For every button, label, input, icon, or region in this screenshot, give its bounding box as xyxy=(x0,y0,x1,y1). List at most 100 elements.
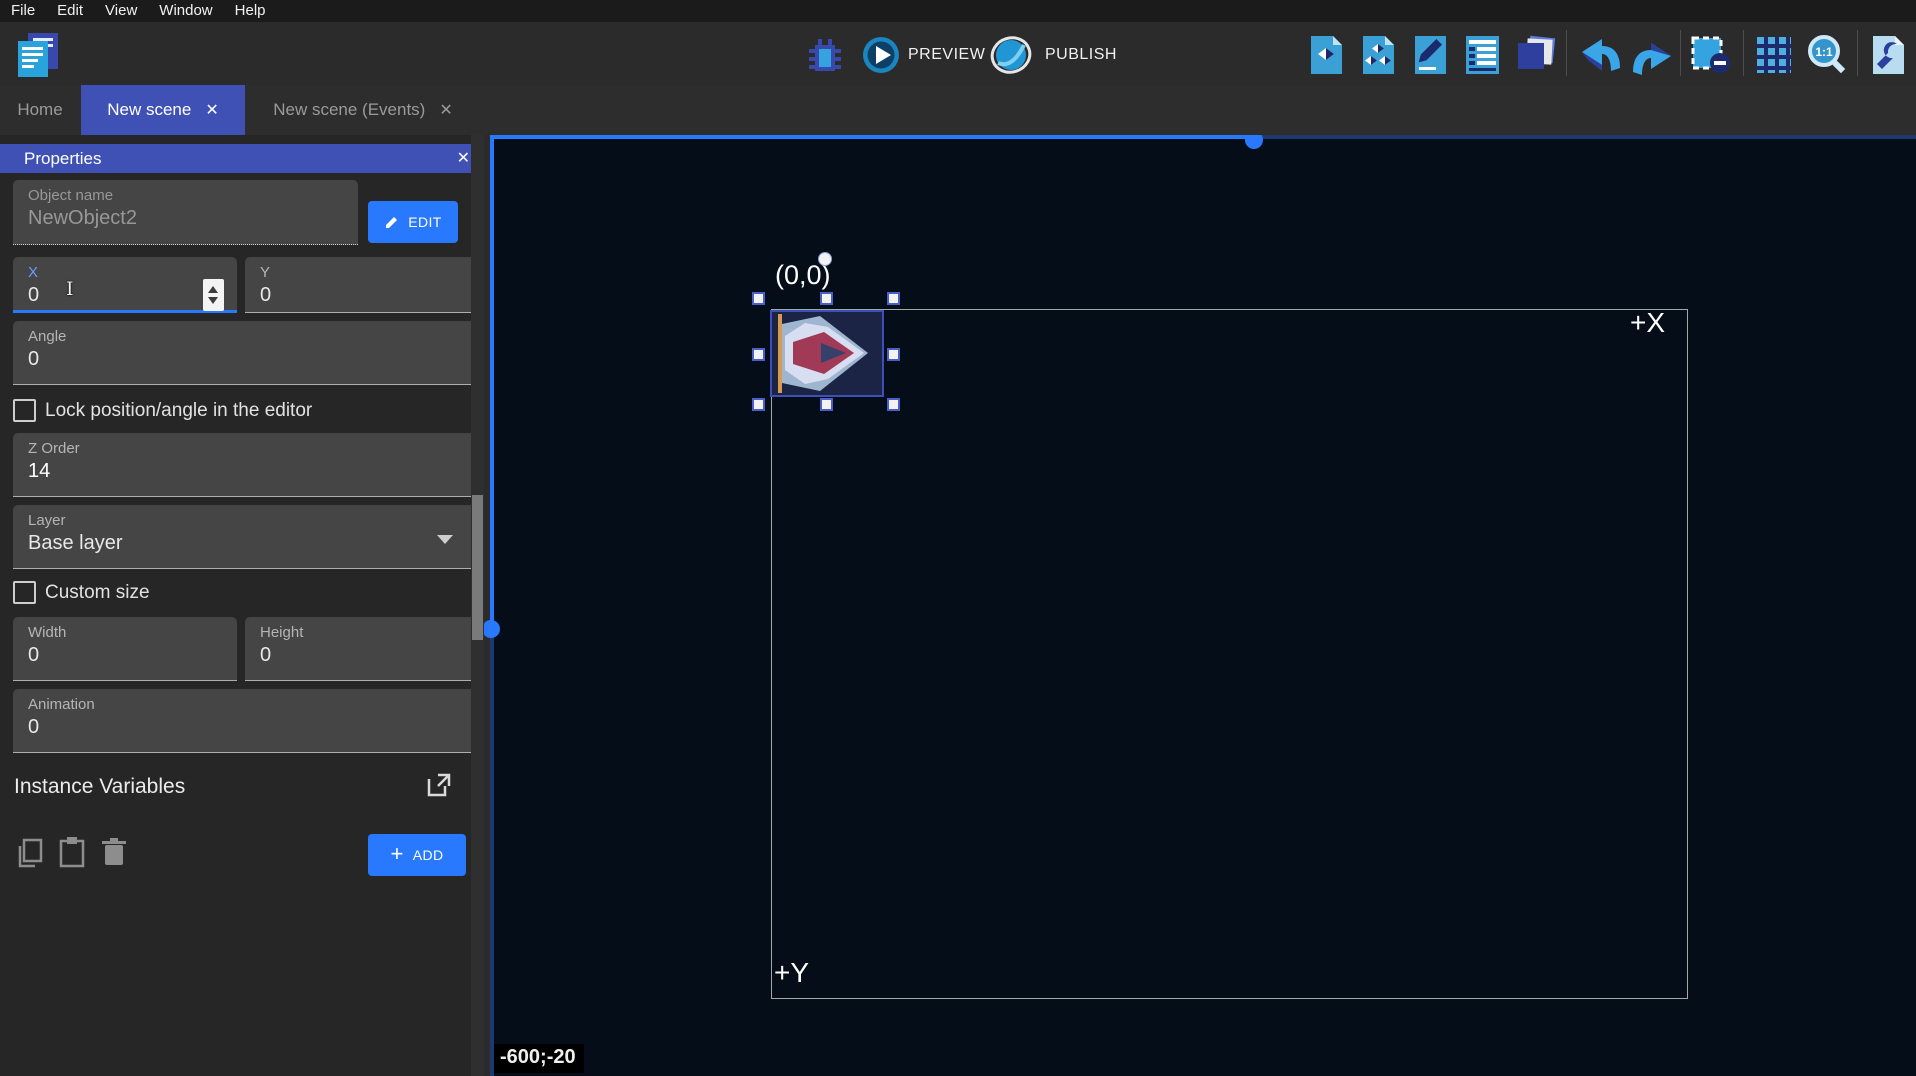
add-variable-button[interactable]: + ADD xyxy=(368,834,466,876)
gdevelop-window: File Edit View Window Help xyxy=(0,0,1916,1076)
resize-handle-bottom-right[interactable] xyxy=(887,398,900,411)
custom-size-label: Custom size xyxy=(45,582,150,604)
y-field-value: 0 xyxy=(260,284,271,307)
tab-close-icon[interactable]: ✕ xyxy=(439,100,452,120)
y-position-field[interactable]: Y 0 xyxy=(245,257,475,313)
menu-help[interactable]: Help xyxy=(224,0,277,22)
stepper-down-icon[interactable] xyxy=(208,297,218,304)
resize-handle-top-center[interactable] xyxy=(820,292,833,305)
resize-handle-bottom-center[interactable] xyxy=(820,398,833,411)
tab-new-scene-events-label: New scene (Events) xyxy=(273,100,425,120)
grid-icon[interactable] xyxy=(1754,34,1794,76)
x-axis-label: +X xyxy=(1630,307,1665,339)
edit-button[interactable]: EDIT xyxy=(368,201,458,243)
width-field[interactable]: Width 0 xyxy=(13,617,237,681)
height-value: 0 xyxy=(260,644,271,667)
spaceship-sprite xyxy=(772,312,882,395)
width-value: 0 xyxy=(28,644,39,667)
canvas-hscroll-knob[interactable] xyxy=(1245,135,1263,149)
menu-view[interactable]: View xyxy=(94,0,148,22)
height-field[interactable]: Height 0 xyxy=(245,617,475,681)
redo-icon[interactable] xyxy=(1627,37,1673,77)
y-axis-label: +Y xyxy=(774,957,809,989)
chevron-down-icon[interactable] xyxy=(437,535,453,544)
pencil-icon xyxy=(384,215,399,230)
resize-handle-top-left[interactable] xyxy=(752,292,765,305)
custom-size-checkbox[interactable] xyxy=(13,581,36,604)
y-field-label: Y xyxy=(260,264,270,281)
instance-variables-title: Instance Variables xyxy=(14,775,185,799)
objects-list-icon[interactable] xyxy=(1306,34,1346,76)
project-settings-icon[interactable] xyxy=(1868,34,1908,76)
copy-icon[interactable] xyxy=(16,838,44,868)
lock-position-label: Lock position/angle in the editor xyxy=(45,400,312,422)
mouse-coordinates-badge: -600;-20 xyxy=(494,1044,584,1073)
canvas-vscroll-indicator-rest[interactable] xyxy=(490,629,494,1076)
delete-icon[interactable] xyxy=(101,837,127,867)
resize-handle-top-right[interactable] xyxy=(887,292,900,305)
preview-button[interactable]: PREVIEW xyxy=(908,46,985,64)
selected-instance[interactable] xyxy=(770,310,884,397)
rotate-handle[interactable] xyxy=(818,252,832,266)
tab-home[interactable]: Home xyxy=(0,85,80,135)
layer-dropdown[interactable]: Layer Base layer xyxy=(13,505,475,569)
tab-new-scene[interactable]: New scene ✕ xyxy=(81,85,245,135)
object-name-field[interactable]: Object name NewObject2 xyxy=(13,180,358,245)
scene-canvas[interactable]: (0,0) +X +Y -600;-20 xyxy=(484,135,1916,1076)
instances-list-icon[interactable] xyxy=(1462,34,1502,76)
canvas-hscroll-indicator[interactable] xyxy=(490,135,1254,139)
resize-handle-bottom-left[interactable] xyxy=(752,398,765,411)
paste-icon[interactable] xyxy=(58,836,86,868)
animation-value: 0 xyxy=(28,716,39,739)
publish-globe-icon[interactable] xyxy=(990,35,1032,75)
open-in-new-icon[interactable] xyxy=(425,771,453,799)
layers-icon[interactable] xyxy=(1514,34,1556,76)
panel-scrollbar-track[interactable] xyxy=(471,135,484,1076)
undo-icon[interactable] xyxy=(1576,35,1622,75)
stepper-up-icon[interactable] xyxy=(208,286,218,293)
resize-handle-mid-left[interactable] xyxy=(752,348,765,361)
menu-window[interactable]: Window xyxy=(148,0,223,22)
animation-label: Animation xyxy=(28,696,95,713)
project-manager-icon[interactable] xyxy=(16,31,60,79)
toolbar-divider xyxy=(1566,30,1567,76)
layer-value: Base layer xyxy=(28,532,123,555)
add-button-label: ADD xyxy=(413,847,444,863)
preview-play-icon[interactable] xyxy=(862,36,900,74)
svg-text:1:1: 1:1 xyxy=(1815,45,1833,59)
width-label: Width xyxy=(28,624,66,641)
lock-position-checkbox[interactable] xyxy=(13,399,36,422)
z-order-value: 14 xyxy=(28,460,50,483)
panel-scrollbar-thumb[interactable] xyxy=(472,495,483,640)
menu-file[interactable]: File xyxy=(0,0,46,22)
x-field-stepper[interactable] xyxy=(203,279,224,311)
zoom-original-icon[interactable]: 1:1 xyxy=(1806,34,1848,76)
debugger-icon[interactable] xyxy=(805,37,845,77)
x-position-field[interactable]: X 0 xyxy=(13,257,237,313)
panel-close-icon[interactable]: ✕ xyxy=(457,144,470,173)
toolbar-divider xyxy=(1743,30,1744,76)
clear-selection-icon[interactable] xyxy=(1689,34,1733,76)
plus-icon: + xyxy=(390,841,403,867)
objects-groups-icon[interactable] xyxy=(1358,34,1398,76)
canvas-vscroll-indicator[interactable] xyxy=(490,139,494,629)
tab-close-icon[interactable]: ✕ xyxy=(205,100,218,120)
scene-properties-icon[interactable] xyxy=(1410,34,1450,76)
menu-edit[interactable]: Edit xyxy=(46,0,94,22)
main-toolbar: PREVIEW PUBLISH xyxy=(0,22,1916,85)
z-order-label: Z Order xyxy=(28,440,80,457)
resize-handle-mid-right[interactable] xyxy=(887,348,900,361)
tab-new-scene-events[interactable]: New scene (Events) ✕ xyxy=(248,85,478,135)
publish-button[interactable]: PUBLISH xyxy=(1045,46,1117,64)
canvas-vscroll-knob[interactable] xyxy=(484,620,500,638)
canvas-hscroll-indicator-rest[interactable] xyxy=(1254,135,1916,139)
tab-new-scene-label: New scene xyxy=(107,100,191,120)
angle-field[interactable]: Angle 0 xyxy=(13,321,475,385)
z-order-field[interactable]: Z Order 14 xyxy=(13,433,475,497)
layer-label: Layer xyxy=(28,512,66,529)
height-label: Height xyxy=(260,624,303,641)
tab-bar: Home New scene ✕ New scene (Events) ✕ xyxy=(0,85,1916,135)
x-field-value: 0 xyxy=(28,284,39,307)
animation-field[interactable]: Animation 0 xyxy=(13,689,475,753)
tab-home-label: Home xyxy=(17,100,62,120)
